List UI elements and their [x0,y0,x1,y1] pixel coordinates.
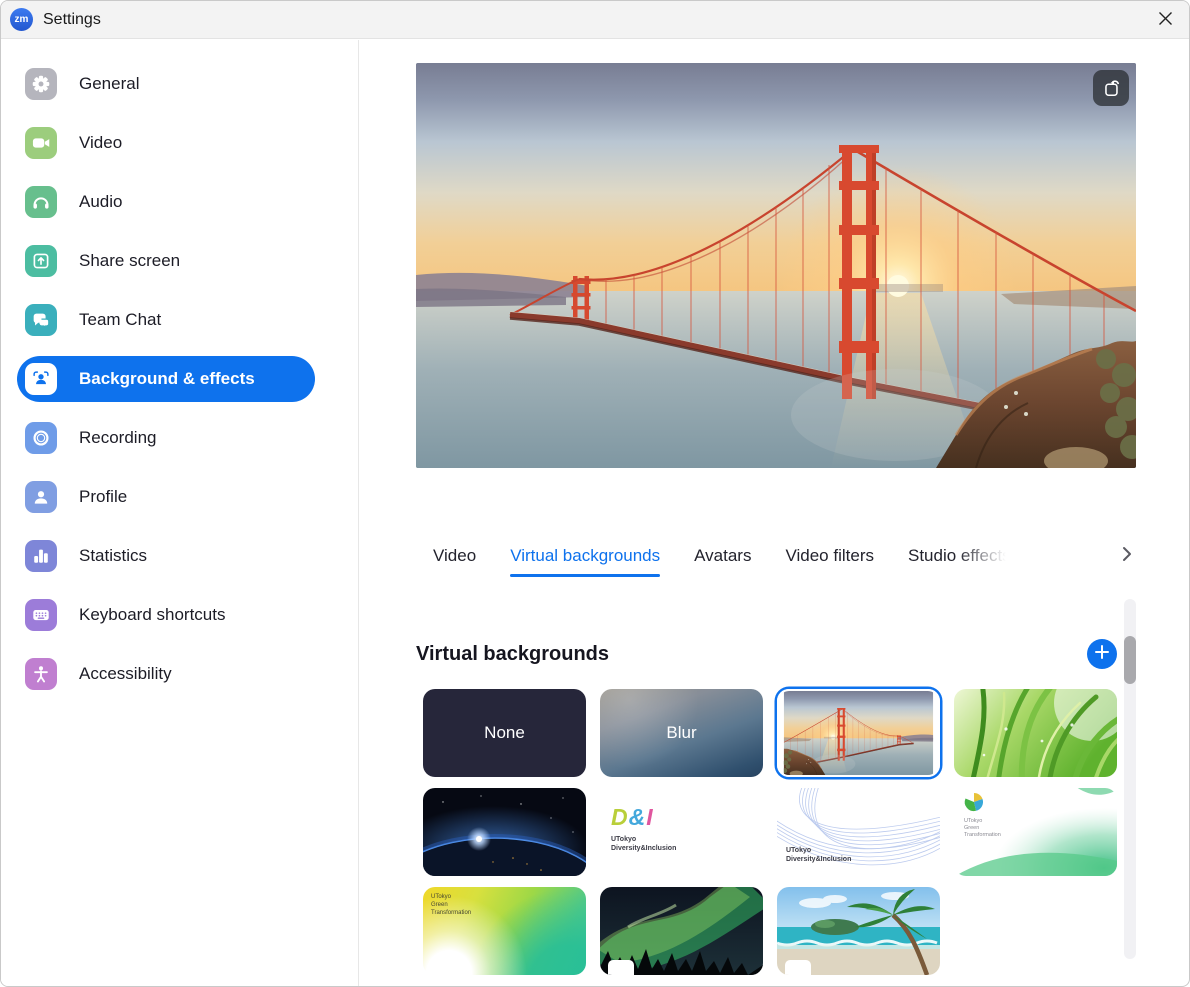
division-name: Diversity&Inclusion [786,855,851,864]
virtual-backgrounds-grid: None Blur [423,689,1117,975]
zoom-logo-text: zm [15,14,29,25]
sidebar-item-label: Keyboard shortcuts [79,605,225,625]
record-circle-icon [25,422,57,454]
titlebar: zm Settings [1,1,1189,39]
background-effects-tabs: Video Virtual backgrounds Avatars Video … [416,541,1136,584]
utokyo-d-and-i-logo: D&I UTokyo Diversity&Inclusion [611,804,676,853]
sidebar-item-audio[interactable]: Audio [17,179,315,225]
sidebar-item-label: Share screen [79,251,180,271]
person-icon [25,481,57,513]
mirror-icon [1100,76,1122,101]
accessibility-icon [25,658,57,690]
tabs-overflow-button[interactable] [1122,546,1132,565]
close-icon [1158,11,1173,29]
grid-empty-cell [954,887,1117,975]
sidebar-item-keyboard-shortcuts[interactable]: Keyboard shortcuts [17,592,315,638]
share-screen-icon [25,245,57,277]
mirror-video-button[interactable] [1093,70,1129,106]
sidebar-item-label: Video [79,133,122,153]
sidebar-item-team-chat[interactable]: Team Chat [17,297,315,343]
org-name: UTokyo [431,893,471,901]
chat-bubbles-icon [25,304,57,336]
virtual-backgrounds-section-header: Virtual backgrounds [416,637,1123,671]
sidebar-item-label: Audio [79,192,122,212]
video-camera-icon [25,127,57,159]
video-preview [416,63,1136,468]
earth-thumbnail-image [423,788,586,876]
sidebar-item-background-effects[interactable]: Background & effects [17,356,315,402]
sidebar-item-share-screen[interactable]: Share screen [17,238,315,284]
org-name: UTokyo [786,846,851,855]
section-title: Virtual backgrounds [416,643,609,666]
tab-video[interactable]: Video [433,541,476,577]
sidebar-item-label: General [79,74,139,94]
sidebar-item-label: Statistics [79,546,147,566]
background-option-utokyo-green-transformation-yellow[interactable]: UTokyo Green Transformation [423,887,586,975]
sidebar-item-recording[interactable]: Recording [17,415,315,461]
tab-video-filters[interactable]: Video filters [785,541,874,577]
close-button[interactable] [1142,1,1189,38]
background-option-utokyo-diversity-inclusion-logo[interactable]: D&I UTokyo Diversity&Inclusion [600,788,763,876]
video-indicator-badge [785,960,811,975]
background-option-none[interactable]: None [423,689,586,777]
plus-icon [1095,639,1109,667]
sidebar-item-label: Profile [79,487,127,507]
org-name: UTokyo [964,818,1001,825]
bar-chart-icon [25,540,57,572]
sidebar-item-label: Team Chat [79,310,161,330]
background-option-tropical-beach[interactable] [777,887,940,975]
zoom-logo: zm [10,8,33,31]
keyboard-icon [25,599,57,631]
headphones-icon [25,186,57,218]
background-option-golden-gate-bridge[interactable] [777,689,940,777]
org-name: UTokyo [611,835,676,844]
background-option-grass[interactable] [954,689,1117,777]
add-background-button[interactable] [1087,639,1117,669]
background-option-utokyo-green-transformation[interactable]: UTokyo Green Transformation [954,788,1117,876]
tab-virtual-backgrounds[interactable]: Virtual backgrounds [510,541,660,577]
window-title: Settings [43,11,101,29]
background-option-aurora[interactable] [600,887,763,975]
golden-gate-thumbnail-image [779,691,938,775]
tab-avatars[interactable]: Avatars [694,541,751,577]
utokyo-gx-logo [965,793,983,811]
sidebar-item-video[interactable]: Video [17,120,315,166]
background-option-earth-from-space[interactable] [423,788,586,876]
golden-gate-preview-image [416,63,1136,468]
grass-thumbnail-image [954,689,1117,777]
sidebar-item-label: Accessibility [79,664,172,684]
settings-window: zm Settings General Video Audio [0,0,1190,987]
tab-studio-effects[interactable]: Studio effects [908,541,1011,584]
background-option-blur[interactable]: Blur [600,689,763,777]
sidebar-item-statistics[interactable]: Statistics [17,533,315,579]
background-option-utokyo-diversity-inclusion-wave[interactable]: UTokyo Diversity&Inclusion [777,788,940,876]
chevron-right-icon [1122,546,1132,565]
backgrounds-scrollbar-thumb[interactable] [1124,636,1136,684]
sidebar-item-accessibility[interactable]: Accessibility [17,651,315,697]
sidebar-item-general[interactable]: General [17,61,315,107]
backgrounds-scrollbar-track[interactable] [1124,599,1136,959]
gear-icon [25,68,57,100]
sidebar-item-label: Background & effects [79,369,255,389]
video-indicator-badge [608,960,634,975]
settings-sidebar: General Video Audio Share screen Team Ch [1,40,359,986]
sidebar-item-label: Recording [79,428,157,448]
sidebar-item-profile[interactable]: Profile [17,474,315,520]
division-name: Diversity&Inclusion [611,844,676,853]
person-frame-icon [25,363,57,395]
